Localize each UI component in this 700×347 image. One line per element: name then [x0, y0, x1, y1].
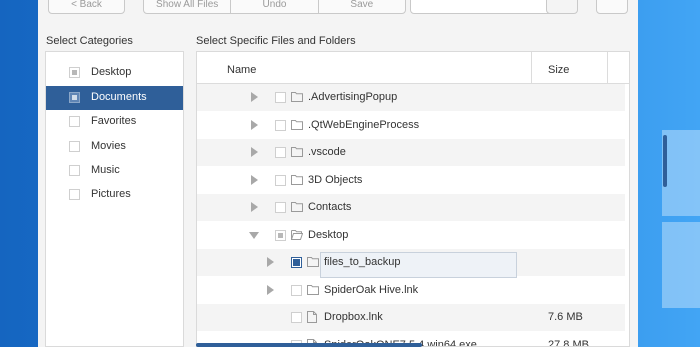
toolbar-extra-button[interactable] — [596, 0, 628, 14]
file-checkbox[interactable] — [275, 147, 286, 158]
file-checkbox[interactable] — [291, 257, 302, 268]
back-button[interactable]: < Back — [48, 0, 125, 14]
file-size: 7.6 MB — [548, 311, 583, 323]
save-button[interactable]: Save — [319, 0, 405, 13]
file-name: .QtWebEngineProcess — [308, 118, 420, 131]
file-name: .vscode — [308, 146, 346, 158]
file-name: Dropbox.lnk — [324, 311, 383, 323]
category-checkbox[interactable] — [69, 92, 80, 103]
files-heading: Select Specific Files and Folders — [196, 35, 356, 47]
file-row[interactable]: .QtWebEngineProcess — [197, 112, 625, 139]
file-tree-header: Name Size — [197, 52, 629, 84]
category-item[interactable]: Music — [46, 159, 183, 183]
category-label: Pictures — [91, 188, 131, 200]
folder-icon — [291, 201, 303, 213]
file-row[interactable]: .vscode — [197, 139, 625, 166]
chevron-right-icon[interactable] — [251, 92, 258, 102]
file-row[interactable]: files_to_backup — [197, 249, 625, 278]
file-name: 3D Objects — [308, 173, 363, 186]
windows-logo-pane — [662, 130, 700, 216]
file-checkbox[interactable] — [275, 174, 286, 186]
file-row[interactable]: Dropbox.lnk 7.6 MB — [197, 304, 625, 331]
column-header-name[interactable]: Name — [227, 64, 256, 76]
file-checkbox[interactable] — [291, 312, 302, 323]
file-row[interactable]: Desktop — [197, 222, 625, 249]
chevron-right-icon[interactable] — [251, 147, 258, 157]
file-checkbox[interactable] — [275, 229, 286, 241]
column-divider[interactable] — [607, 52, 608, 84]
file-name: files_to_backup — [324, 256, 401, 268]
category-checkbox[interactable] — [69, 165, 80, 176]
windows-logo-pane — [662, 222, 700, 308]
category-item[interactable]: Documents — [46, 86, 183, 110]
file-checkbox[interactable] — [275, 202, 286, 213]
categories-heading: Select Categories — [46, 35, 133, 47]
category-label: Music — [91, 164, 120, 176]
file-size: 27.8 MB — [548, 338, 589, 347]
category-label: Movies — [91, 140, 126, 152]
categories-list: Desktop Documents Favorites Movies Music Pict… — [45, 51, 184, 347]
column-header-size[interactable]: Size — [548, 64, 569, 76]
file-name: Desktop — [308, 228, 349, 241]
folder-icon — [307, 256, 319, 268]
vertical-scrollbar[interactable] — [663, 135, 667, 187]
category-item[interactable]: Desktop — [46, 61, 183, 85]
file-checkbox[interactable] — [291, 284, 302, 296]
folder-icon — [291, 174, 303, 186]
category-label: Favorites — [91, 115, 137, 127]
chevron-down-icon[interactable] — [249, 231, 259, 239]
chevron-right-icon[interactable] — [251, 119, 258, 130]
category-checkbox[interactable] — [69, 189, 80, 200]
folder-icon — [291, 119, 303, 131]
search-button[interactable] — [546, 0, 578, 14]
category-item[interactable]: Movies — [46, 135, 183, 159]
chevron-right-icon[interactable] — [267, 257, 274, 267]
folder-icon — [307, 284, 319, 296]
file-row[interactable]: SpiderOak Hive.lnk — [197, 277, 625, 304]
file-row[interactable]: Contacts — [197, 194, 625, 221]
folder-icon — [291, 146, 303, 158]
column-divider[interactable] — [531, 52, 532, 84]
category-checkbox[interactable] — [69, 67, 80, 78]
chevron-right-icon[interactable] — [251, 174, 258, 185]
undo-button[interactable]: Undo — [231, 0, 319, 13]
category-item[interactable]: Pictures — [46, 183, 183, 207]
app-window: < Back Show All Files Undo Save Select C… — [38, 0, 667, 347]
action-button-group: Show All Files Undo Save — [143, 0, 406, 14]
file-row[interactable]: 3D Objects — [197, 167, 625, 194]
file-name: SpiderOak Hive.lnk — [324, 283, 419, 296]
category-label: Documents — [91, 91, 147, 103]
toolbar: < Back Show All Files Undo Save — [38, 0, 638, 18]
file-checkbox[interactable] — [275, 119, 286, 131]
category-item[interactable]: Favorites — [46, 110, 183, 134]
folder-open-icon — [290, 229, 304, 241]
category-checkbox[interactable] — [69, 141, 80, 152]
show-all-files-button[interactable]: Show All Files — [144, 0, 232, 13]
chevron-right-icon[interactable] — [267, 284, 274, 295]
category-checkbox[interactable] — [69, 116, 80, 127]
horizontal-scrollbar[interactable] — [196, 343, 422, 347]
file-checkbox[interactable] — [275, 92, 286, 103]
file-row[interactable]: .AdvertisingPopup — [197, 84, 625, 111]
file-tree: Name Size .AdvertisingPopup .QtWebEngineP… — [196, 51, 630, 347]
file-icon — [307, 311, 319, 323]
folder-icon — [291, 91, 303, 103]
file-name: Contacts — [308, 201, 352, 213]
file-name: .AdvertisingPopup — [308, 91, 398, 103]
chevron-right-icon[interactable] — [251, 202, 258, 212]
category-label: Desktop — [91, 66, 132, 78]
